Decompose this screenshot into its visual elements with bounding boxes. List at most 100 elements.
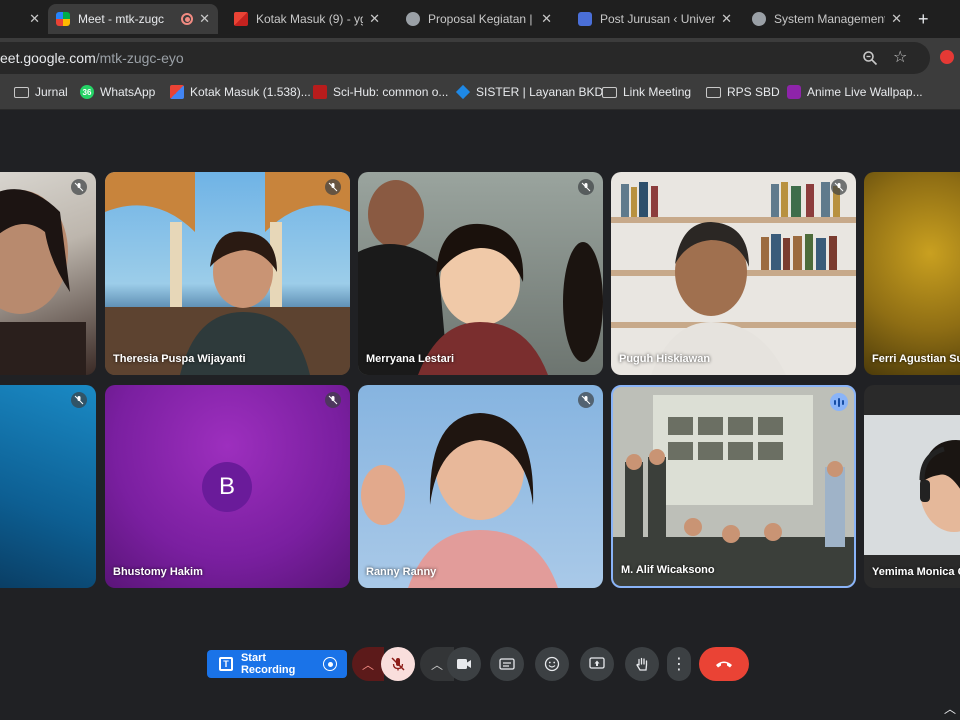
address-bar: eet.google.com/mtk-zugc-eyo ☆ xyxy=(0,38,960,78)
emoji-icon xyxy=(544,656,560,672)
scihub-icon xyxy=(313,85,327,99)
close-icon[interactable]: ✕ xyxy=(721,11,732,27)
present-screen-button[interactable] xyxy=(580,647,614,681)
recording-icon xyxy=(181,13,194,25)
meet-controls-bar: T Start Recording ︿ ︿ ⋮ xyxy=(0,640,960,690)
bookmark-link-meeting[interactable]: Link Meeting xyxy=(602,85,691,99)
participant-tile[interactable]: Ferri Agustian Su xyxy=(864,172,960,375)
extension-icon[interactable] xyxy=(940,50,954,64)
speaking-indicator-icon xyxy=(830,393,848,411)
bookmark-jurnal[interactable]: Jurnal xyxy=(14,85,68,99)
bookmark-gmail[interactable]: Kotak Masuk (1.538)... xyxy=(170,85,311,99)
mic-off-icon xyxy=(831,179,847,195)
tab-label: System Management xyxy=(774,12,886,26)
participant-video xyxy=(358,180,603,375)
meet-video-grid: Theresia Puspa Wijayanti Merryana Lestar… xyxy=(0,111,960,720)
chevron-up-icon[interactable]: ︿ xyxy=(944,700,956,717)
bookmark-label: Sci-Hub: common o... xyxy=(333,85,449,99)
participant-tile[interactable]: M. Alif Wicaksono xyxy=(611,385,856,588)
folder-icon xyxy=(602,86,617,98)
participant-tile[interactable] xyxy=(0,172,96,375)
participant-video xyxy=(0,189,86,375)
close-icon[interactable]: ✕ xyxy=(891,11,902,27)
gmail-icon xyxy=(234,12,248,26)
browser-tab-bar: ✕ Meet - mtk-zugc ✕ Kotak Masuk (9) - yg… xyxy=(0,0,960,38)
camera-icon xyxy=(457,659,471,669)
tab-gmail[interactable]: Kotak Masuk (9) - ygc ✕ xyxy=(226,4,388,34)
avatar: B xyxy=(202,462,252,512)
bookmarks-bar: Jurnal 36 WhatsApp Kotak Masuk (1.538)..… xyxy=(0,78,960,110)
start-recording-label: Start Recording xyxy=(240,652,296,676)
gmail-icon xyxy=(170,85,184,99)
bookmark-label: Anime Live Wallpap... xyxy=(807,85,923,99)
chevron-up-icon: ︿ xyxy=(361,657,374,672)
more-vert-icon: ⋮ xyxy=(671,656,687,673)
participant-name: Ranny Ranny xyxy=(366,566,437,578)
url-input[interactable]: eet.google.com/mtk-zugc-eyo xyxy=(0,42,930,74)
participant-tile[interactable]: Merryana Lestari xyxy=(358,172,603,375)
globe-icon xyxy=(406,12,420,26)
whatsapp-icon: 36 xyxy=(80,85,94,99)
participant-name: Bhustomy Hakim xyxy=(113,566,203,578)
bookmark-star-icon[interactable]: ☆ xyxy=(893,47,907,67)
leave-call-button[interactable] xyxy=(699,647,749,681)
captions-button[interactable] xyxy=(490,647,524,681)
mic-options-button[interactable]: ︿ xyxy=(352,647,384,681)
folder-icon xyxy=(706,86,721,98)
close-icon[interactable]: ✕ xyxy=(29,11,40,27)
bookmark-label: WhatsApp xyxy=(100,85,156,99)
tab-post-jurusan[interactable]: Post Jurusan ‹ Univer ✕ xyxy=(570,4,740,34)
participant-tile[interactable]: Yemima Monica C xyxy=(864,385,960,588)
mic-off-icon xyxy=(391,657,405,671)
participant-name: Puguh Hiskiawan xyxy=(619,353,711,365)
bookmark-label: SISTER | Layanan BKD xyxy=(476,85,604,99)
bookmark-label: RPS SBD xyxy=(727,85,780,99)
site-icon xyxy=(578,12,592,26)
tab-system-management[interactable]: System Management ✕ xyxy=(744,4,910,34)
meet-icon xyxy=(56,12,70,26)
tab-proposal[interactable]: Proposal Kegiatan | P ✕ xyxy=(398,4,560,34)
more-options-button[interactable]: ⋮ xyxy=(667,647,691,681)
bookmark-anime-wallpaper[interactable]: Anime Live Wallpap... xyxy=(787,85,923,99)
bookmark-rps-sbd[interactable]: RPS SBD xyxy=(706,85,780,99)
record-icon xyxy=(323,657,337,671)
close-icon[interactable]: ✕ xyxy=(369,11,380,27)
globe-icon xyxy=(752,12,766,26)
close-icon[interactable]: ✕ xyxy=(199,11,210,27)
bookmark-sister[interactable]: SISTER | Layanan BKD xyxy=(455,84,604,100)
tab-label: Proposal Kegiatan | P xyxy=(428,12,536,26)
participant-video xyxy=(864,415,960,555)
participant-tile[interactable]: Puguh Hiskiawan xyxy=(611,172,856,375)
tab-0[interactable]: ✕ xyxy=(0,4,48,34)
start-recording-button[interactable]: T Start Recording xyxy=(207,650,347,678)
chevron-up-icon: ︿ xyxy=(430,657,443,672)
camera-toggle-button[interactable] xyxy=(447,647,481,681)
mic-off-icon xyxy=(71,179,87,195)
mic-toggle-button[interactable] xyxy=(381,647,415,681)
wallpaper-icon xyxy=(787,85,801,99)
tab-label: Kotak Masuk (9) - ygc xyxy=(256,12,364,26)
bookmark-label: Link Meeting xyxy=(623,85,692,99)
zoom-icon[interactable] xyxy=(862,50,878,66)
bookmark-label: Jurnal xyxy=(35,85,68,99)
close-icon[interactable]: ✕ xyxy=(541,11,552,27)
mic-off-icon xyxy=(325,179,341,195)
participant-video xyxy=(361,413,558,588)
bookmark-scihub[interactable]: Sci-Hub: common o... xyxy=(313,85,448,99)
folder-icon xyxy=(14,86,29,98)
hand-icon xyxy=(636,657,648,671)
bookmark-whatsapp[interactable]: 36 WhatsApp xyxy=(80,85,155,99)
tab-meet[interactable]: Meet - mtk-zugc ✕ xyxy=(48,4,218,34)
participant-name: Ferri Agustian Su xyxy=(872,353,960,365)
emoji-button[interactable] xyxy=(535,647,569,681)
participant-tile[interactable]: B Bhustomy Hakim xyxy=(105,385,350,588)
participant-tile[interactable]: Ranny Ranny xyxy=(358,385,603,588)
participant-name: Yemima Monica C xyxy=(872,566,960,578)
raise-hand-button[interactable] xyxy=(625,647,659,681)
participant-tile[interactable]: Theresia Puspa Wijayanti xyxy=(105,172,350,375)
new-tab-button[interactable]: + xyxy=(918,9,929,30)
mic-off-icon xyxy=(325,392,341,408)
participant-tile[interactable] xyxy=(0,385,96,588)
sister-icon xyxy=(455,84,471,100)
captions-icon xyxy=(499,658,515,670)
